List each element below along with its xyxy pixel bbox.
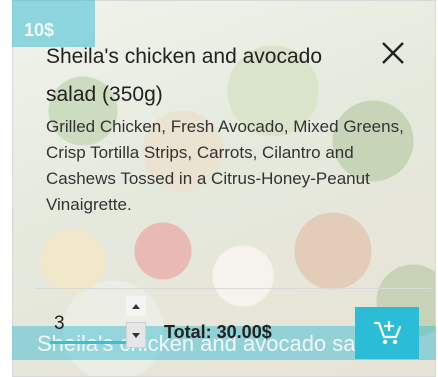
- order-total: Total: 30.00$: [164, 322, 272, 342]
- close-icon: [382, 42, 404, 64]
- product-description: Grilled Chicken, Fresh Avocado, Mixed Gr…: [46, 117, 404, 214]
- quantity-decrease-button[interactable]: [126, 322, 146, 348]
- quantity-input[interactable]: [50, 306, 128, 344]
- close-button[interactable]: [378, 38, 408, 68]
- chevron-down-icon: [132, 333, 140, 338]
- product-title: Sheila's chicken and avocado salad (350g…: [46, 45, 323, 106]
- chevron-up-icon: [132, 304, 140, 309]
- add-to-cart-button[interactable]: [355, 307, 419, 359]
- add-to-cart-icon: [373, 321, 402, 345]
- quantity-increase-button[interactable]: [126, 296, 146, 316]
- divider: [36, 288, 431, 289]
